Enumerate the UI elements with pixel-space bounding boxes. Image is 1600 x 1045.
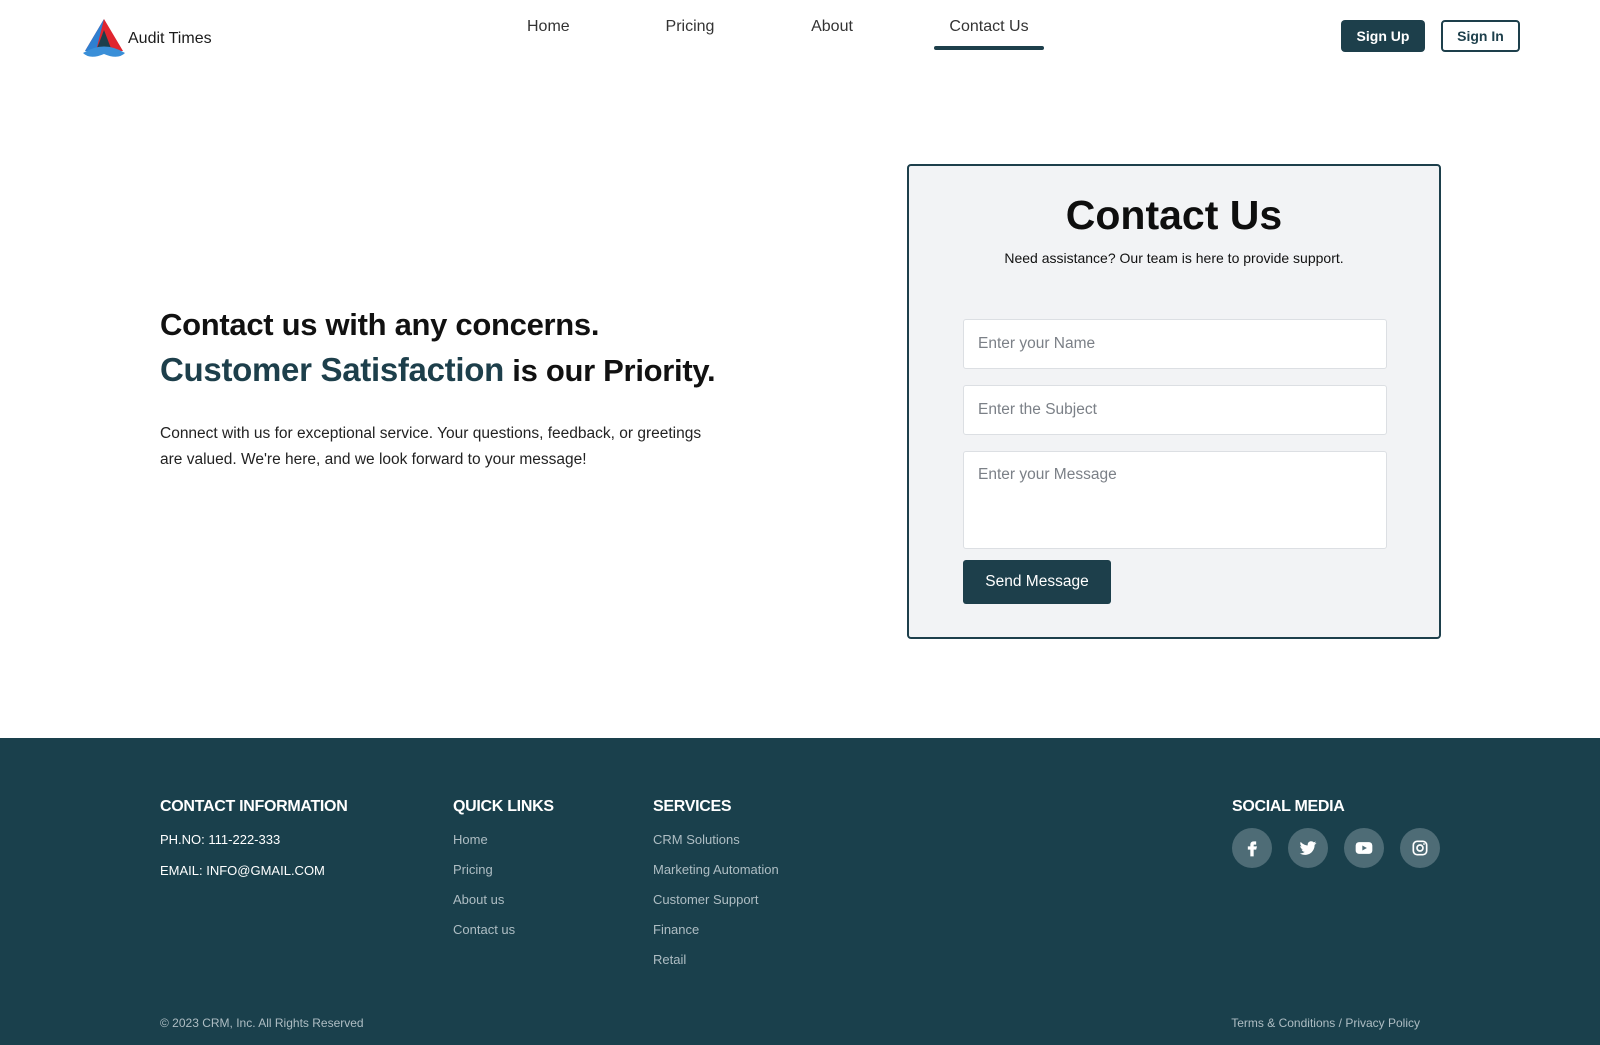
hero-headline: Contact us with any concerns. Customer S… (160, 302, 720, 393)
footer-quick-links: QUICK LINKS Home Pricing About us Contac… (453, 798, 554, 937)
hero-headline-part2: is our Priority. (503, 353, 716, 388)
hero-section: Contact us with any concerns. Customer S… (160, 302, 720, 473)
nav-contact-us[interactable]: Contact Us (934, 18, 1044, 50)
legal-links: Terms & Conditions / Privacy Policy (1231, 1016, 1420, 1030)
footer-social-heading: SOCIAL MEDIA (1232, 798, 1345, 815)
hero-headline-part1: Contact us with any concerns. (160, 307, 600, 342)
site-header: Audit Times Home Pricing About Contact U… (0, 0, 1600, 72)
name-input[interactable] (963, 319, 1387, 369)
footer-link-about-us[interactable]: About us (453, 892, 554, 907)
hero-headline-highlight: Customer Satisfaction (160, 351, 504, 388)
send-message-button[interactable]: Send Message (963, 560, 1111, 604)
form-title: Contact Us (1065, 192, 1283, 238)
footer-link-contact-us[interactable]: Contact us (453, 922, 554, 937)
brand-name: Audit Times (128, 30, 212, 47)
copyright-text: © 2023 CRM, Inc. All Rights Reserved (160, 1016, 364, 1030)
social-icons (1232, 828, 1440, 868)
youtube-icon[interactable] (1344, 828, 1384, 868)
nav-pricing[interactable]: Pricing (665, 18, 715, 36)
privacy-link[interactable]: Privacy Policy (1345, 1016, 1420, 1030)
form-subtitle: Need assistance? Our team is here to pro… (1004, 250, 1344, 266)
footer-service-support[interactable]: Customer Support (653, 892, 779, 907)
footer-social-media: SOCIAL MEDIA (1232, 798, 1440, 868)
footer-link-home[interactable]: Home (453, 832, 554, 847)
site-footer: CONTACT INFORMATION PH.NO: 111-222-333 E… (0, 738, 1600, 1045)
footer-services: SERVICES CRM Solutions Marketing Automat… (653, 798, 779, 967)
footer-link-pricing[interactable]: Pricing (453, 862, 554, 877)
facebook-icon[interactable] (1232, 828, 1272, 868)
footer-contact-heading: CONTACT INFORMATION (160, 798, 348, 815)
nav-about[interactable]: About (810, 18, 854, 36)
contact-form-card: Contact Us Need assistance? Our team is … (907, 164, 1441, 639)
audit-times-logo-icon (83, 19, 125, 57)
sign-in-button[interactable]: Sign In (1441, 20, 1520, 52)
footer-quick-links-heading: QUICK LINKS (453, 798, 554, 815)
message-textarea[interactable] (963, 451, 1387, 549)
nav-home[interactable]: Home (527, 18, 570, 36)
footer-service-marketing[interactable]: Marketing Automation (653, 862, 779, 877)
sign-up-button[interactable]: Sign Up (1341, 20, 1425, 52)
footer-phone: PH.NO: 111-222-333 (160, 832, 281, 847)
subject-input[interactable] (963, 385, 1387, 435)
footer-email: EMAIL: INFO@GMAIL.COM (160, 863, 325, 878)
footer-service-retail[interactable]: Retail (653, 952, 779, 967)
twitter-icon[interactable] (1288, 828, 1328, 868)
hero-description: Connect with us for exceptional service.… (160, 425, 702, 468)
terms-link[interactable]: Terms & Conditions (1231, 1016, 1335, 1030)
footer-service-finance[interactable]: Finance (653, 922, 779, 937)
footer-service-crm[interactable]: CRM Solutions (653, 832, 779, 847)
brand[interactable]: Audit Times (82, 18, 212, 60)
footer-services-heading: SERVICES (653, 798, 732, 815)
instagram-icon[interactable] (1400, 828, 1440, 868)
footer-contact-info: CONTACT INFORMATION PH.NO: 111-222-333 E… (160, 798, 348, 878)
legal-separator: / (1335, 1016, 1346, 1030)
